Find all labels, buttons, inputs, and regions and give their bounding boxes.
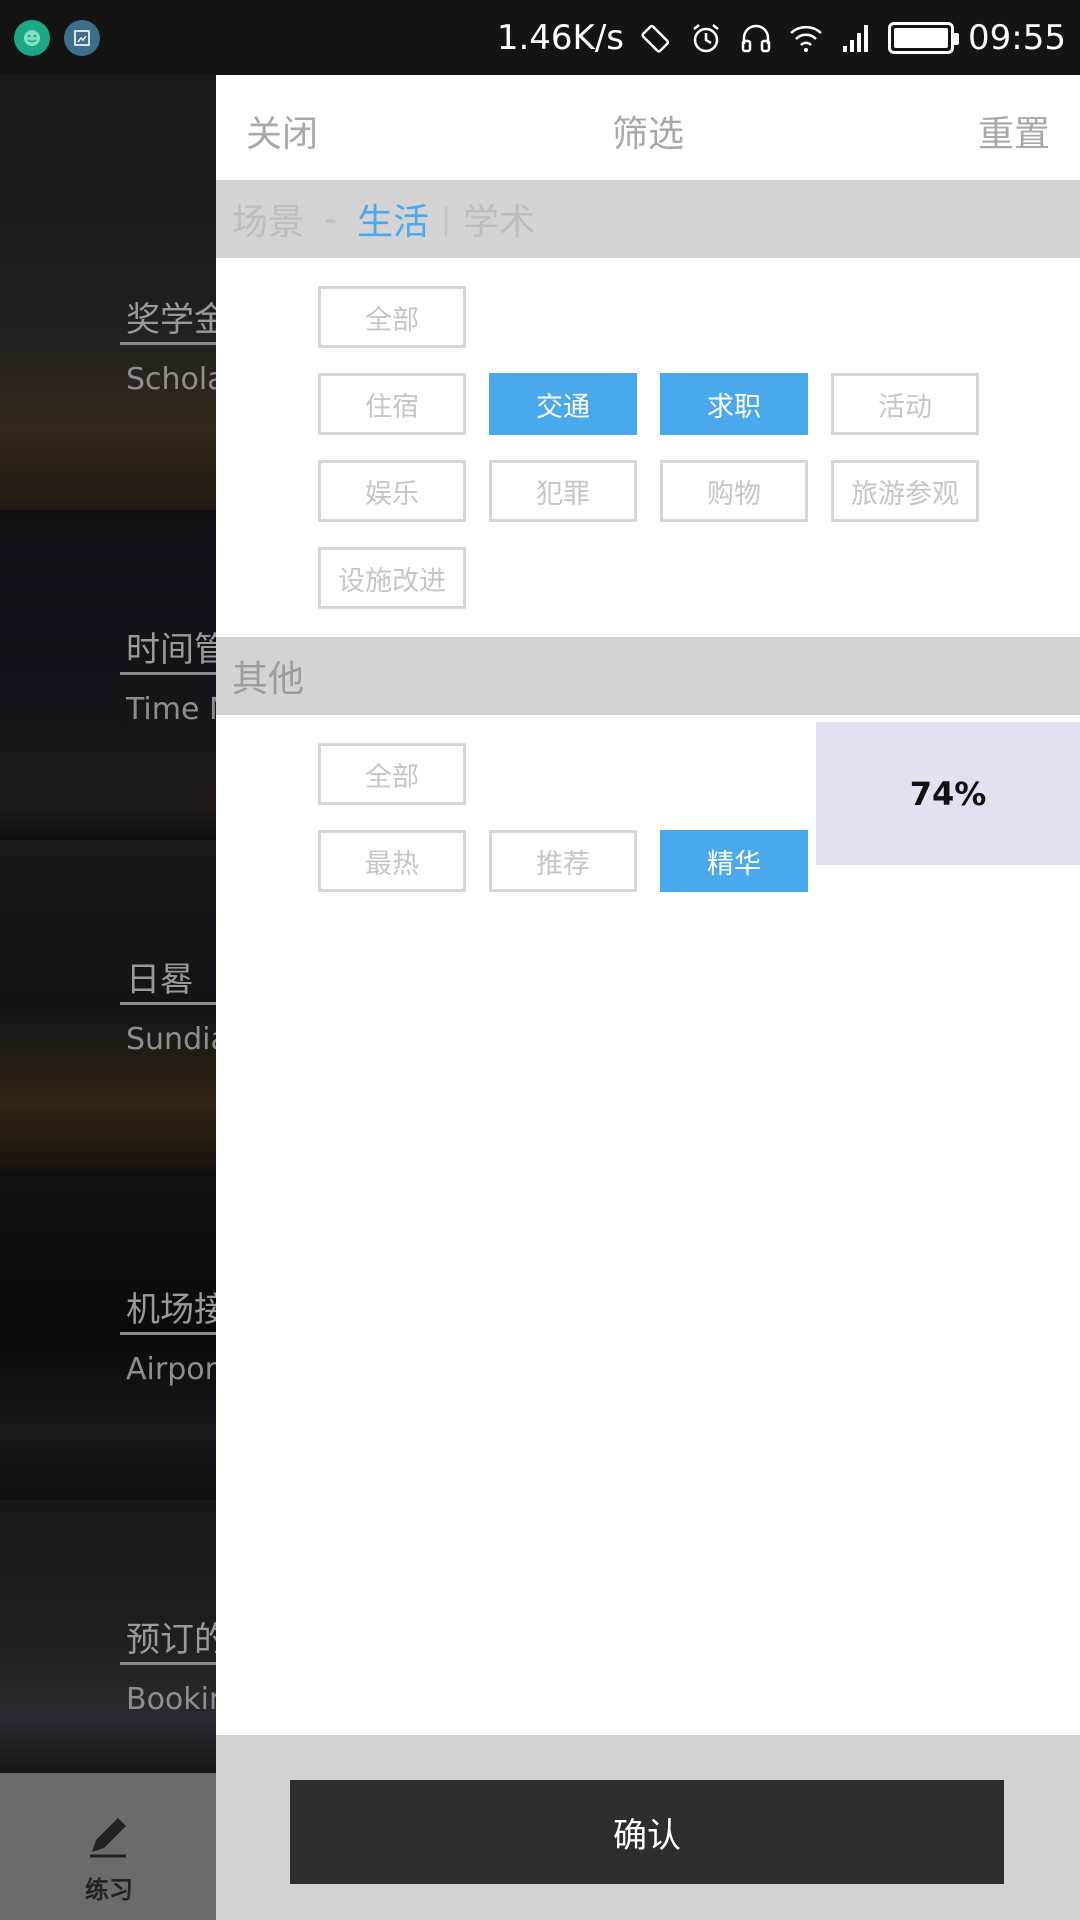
alarm-icon [693, 23, 719, 52]
list-item[interactable] [0, 1170, 216, 1500]
app-notification-icon [14, 19, 50, 56]
screen: 1.46K/s 09:55 奖学金 Scholarship 时间管理 Time … [0, 0, 1080, 1920]
close-button[interactable]: 关闭 [246, 105, 318, 157]
headphones-icon [741, 24, 771, 52]
tag-sightseeing[interactable]: 旅游参观 [831, 460, 979, 522]
filter-drawer: 关闭 筛选 重置 场景 - 生活 | 学术 全部 住宿 交通 求职 活动 娱乐 … [216, 75, 1080, 1920]
tag-activities[interactable]: 活动 [831, 373, 979, 435]
tab-life[interactable]: 生活 [357, 193, 429, 245]
signal-icon [843, 24, 869, 52]
confirm-button[interactable]: 确认 [290, 1780, 1004, 1884]
tag-transport[interactable]: 交通 [489, 373, 637, 435]
other-label: 其他 [232, 659, 305, 700]
tag-lodging[interactable]: 住宿 [318, 373, 466, 435]
tab-separator: | [441, 201, 452, 237]
list-item[interactable] [0, 510, 216, 840]
list-item[interactable] [0, 840, 216, 1170]
net-speed: 1.46K/s [496, 17, 625, 58]
scene-dash: - [324, 198, 338, 240]
scene-label: 场景 [232, 202, 305, 243]
rotate-icon [641, 24, 670, 53]
tag-all[interactable]: 全部 [318, 286, 466, 348]
drawer-footer: 确认 [216, 1735, 1080, 1920]
battery-icon [888, 21, 960, 54]
tag-shopping[interactable]: 购物 [660, 460, 808, 522]
tag-job-hunting[interactable]: 求职 [660, 373, 808, 435]
tab-academic[interactable]: 学术 [463, 193, 535, 245]
list-item-title: 预订的 [126, 1620, 228, 1660]
drawer-title: 筛选 [611, 114, 684, 155]
tag-facility-improvement[interactable]: 设施改进 [318, 547, 466, 609]
progress-indicator: 74% [816, 722, 1080, 865]
nav-practice-label[interactable]: 练习 [85, 1870, 133, 1905]
drawer-header: 关闭 筛选 重置 [216, 75, 1080, 180]
list-item-title: 日晷 [126, 960, 194, 1000]
tag-hottest[interactable]: 最热 [318, 830, 466, 892]
tag-crime[interactable]: 犯罪 [489, 460, 637, 522]
list-item[interactable] [0, 180, 216, 510]
clock: 09:55 [968, 17, 1066, 58]
tag-featured[interactable]: 精华 [660, 830, 808, 892]
screenshot-icon [64, 19, 100, 56]
list-item-title: 奖学金 [126, 300, 228, 340]
scene-section-bar: 场景 - 生活 | 学术 [216, 180, 1080, 258]
other-section-bar: 其他 [216, 637, 1080, 715]
tag-recommended[interactable]: 推荐 [489, 830, 637, 892]
reset-button[interactable]: 重置 [978, 105, 1050, 157]
pencil-icon[interactable] [80, 1808, 136, 1864]
wifi-icon [790, 25, 822, 52]
background-header [0, 75, 216, 180]
tag-entertainment[interactable]: 娱乐 [318, 460, 466, 522]
tag-other-all[interactable]: 全部 [318, 743, 466, 805]
status-bar: 1.46K/s 09:55 [0, 0, 1080, 75]
